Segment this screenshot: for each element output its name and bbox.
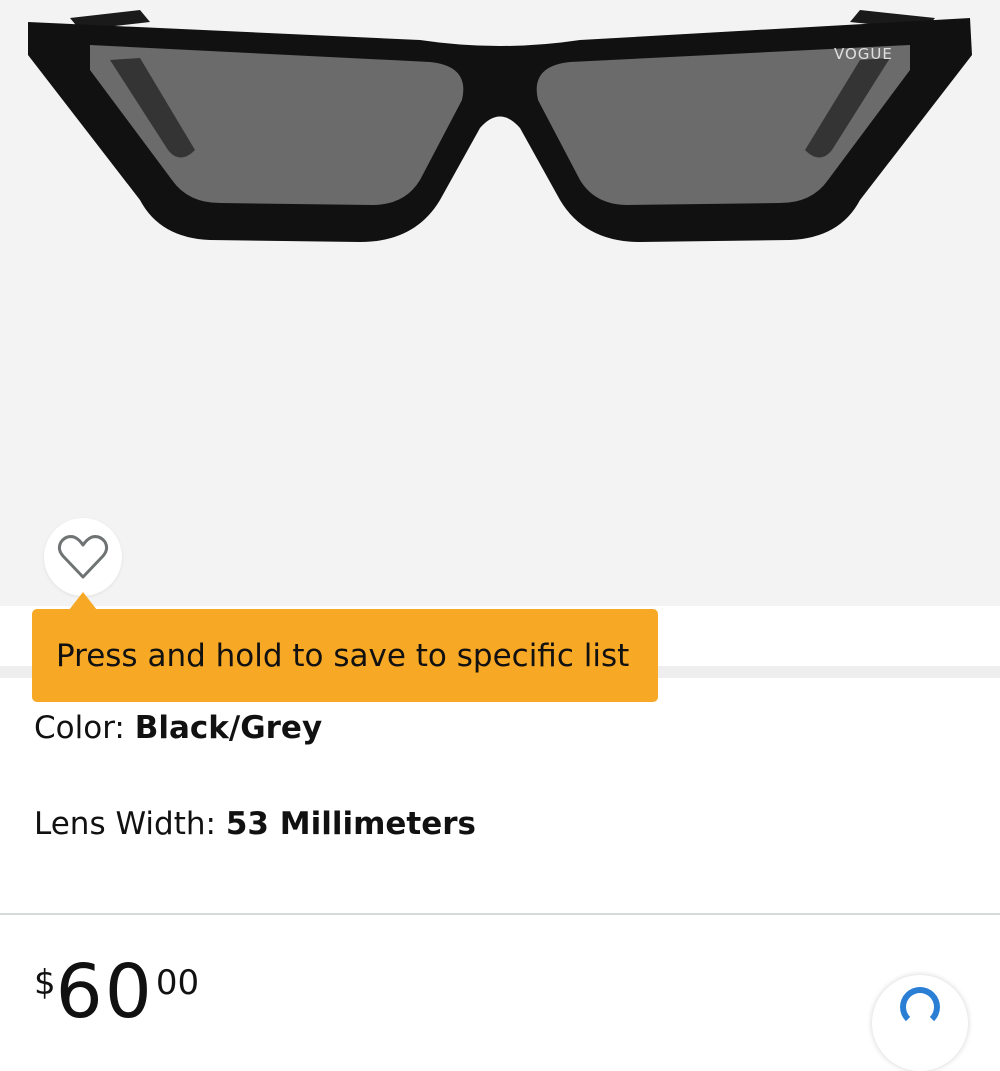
- lens-width-label: Lens Width:: [34, 806, 226, 842]
- lens-width-value: 53 Millimeters: [225, 806, 477, 842]
- color-variation[interactable]: Color: Black/Grey: [34, 710, 322, 746]
- price: $ 60 00: [34, 955, 200, 1029]
- price-symbol: $: [34, 963, 56, 1003]
- product-image-area[interactable]: VOGUE: [0, 0, 1000, 606]
- save-to-list-tooltip: Press and hold to save to specific list: [32, 609, 658, 702]
- wishlist-button[interactable]: [44, 518, 122, 596]
- tooltip-arrow: [69, 592, 97, 610]
- brand-logo-text: VOGUE: [834, 45, 893, 63]
- lens-width-variation[interactable]: Lens Width: 53 Millimeters: [34, 806, 476, 842]
- price-fraction: 00: [155, 963, 200, 1003]
- divider: [0, 913, 1000, 915]
- product-image[interactable]: VOGUE: [0, 0, 1000, 260]
- heart-outline-icon: [57, 535, 109, 579]
- color-label: Color:: [34, 710, 135, 746]
- circle-arc-icon: [900, 987, 940, 1027]
- floating-action-button[interactable]: [872, 975, 968, 1071]
- color-value: Black/Grey: [134, 710, 323, 746]
- tooltip-text: Press and hold to save to specific list: [56, 637, 630, 674]
- price-whole: 60: [55, 949, 154, 1035]
